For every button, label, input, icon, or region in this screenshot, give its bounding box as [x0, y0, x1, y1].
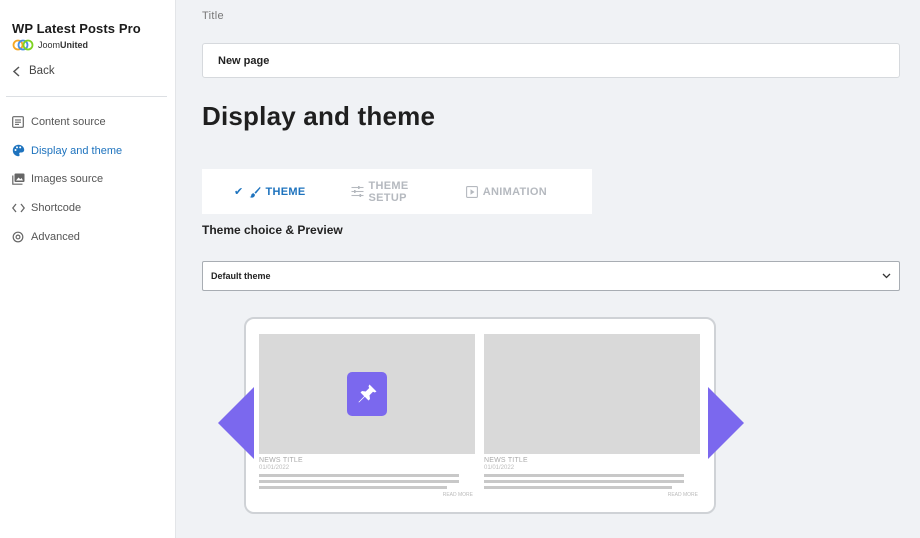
sliders-icon — [351, 186, 364, 197]
sidebar-item-label: Shortcode — [31, 202, 82, 215]
sidebar-item-label: Images source — [31, 173, 104, 186]
preview-card: NEWS TITLE 01/01/2022 READ MORE — [484, 334, 700, 498]
news-title: NEWS TITLE — [259, 457, 303, 464]
tab-label: THEME SETUP — [368, 179, 409, 204]
vendor-suffix: United — [60, 40, 89, 50]
brand: WP Latest Posts Pro JoomUnited — [12, 21, 141, 51]
tab-theme[interactable]: ✔ THEME — [234, 185, 306, 199]
palette-icon — [11, 144, 25, 158]
text-line — [484, 480, 684, 483]
brush-icon — [249, 186, 261, 198]
sidebar-item-images-source[interactable]: Images source — [0, 165, 176, 194]
page-title: Display and theme — [202, 101, 436, 131]
news-date: 01/01/2022 — [259, 465, 290, 471]
news-title: NEWS TITLE — [484, 457, 528, 464]
title-field-label: Title — [202, 10, 224, 22]
tab-bar: ✔ THEME THEME SETUP ANIMATION — [202, 169, 592, 214]
theme-select[interactable]: Default theme — [202, 261, 900, 291]
text-line — [259, 474, 459, 477]
text-line — [259, 480, 459, 483]
tab-theme-setup[interactable]: THEME SETUP — [351, 180, 421, 204]
preview-card-image — [259, 334, 475, 454]
sidebar-item-advanced[interactable]: Advanced — [0, 222, 176, 251]
sidebar-menu: Content source Display and theme Images … — [0, 108, 176, 251]
theme-select-value: Default theme — [211, 271, 271, 281]
vendor-prefix: Joom — [38, 40, 61, 50]
read-more-link: READ MORE — [442, 492, 473, 498]
preview-card: NEWS TITLE 01/01/2022 READ MORE — [259, 334, 475, 498]
pin-icon — [347, 372, 387, 416]
preview-card-image — [484, 334, 700, 454]
list-icon — [11, 115, 25, 129]
tab-label: ANIMATION — [482, 185, 547, 198]
text-line — [484, 474, 684, 477]
sidebar-item-content-source[interactable]: Content source — [0, 108, 176, 137]
image-icon — [11, 172, 25, 186]
code-icon — [11, 201, 25, 215]
play-icon — [465, 185, 478, 198]
app-title: WP Latest Posts Pro — [12, 21, 141, 36]
title-input[interactable] — [202, 43, 900, 78]
sidebar-divider — [6, 96, 167, 97]
chevron-left-icon — [12, 65, 20, 77]
vendor-logo: JoomUnited — [12, 39, 141, 51]
sidebar: WP Latest Posts Pro JoomUnited Back Cont… — [0, 0, 176, 538]
theme-section-title: Theme choice & Preview — [202, 223, 343, 237]
check-icon: ✔ — [234, 186, 244, 198]
news-date: 01/01/2022 — [484, 465, 515, 471]
gear-icon — [11, 230, 25, 244]
theme-preview: NEWS TITLE 01/01/2022 READ MORE NEWS TIT… — [244, 317, 716, 514]
next-theme-arrow[interactable] — [708, 387, 744, 459]
sidebar-item-display-theme[interactable]: Display and theme — [0, 137, 176, 166]
sidebar-item-shortcode[interactable]: Shortcode — [0, 194, 176, 223]
sidebar-item-label: Content source — [31, 116, 106, 129]
back-label: Back — [29, 65, 55, 77]
sidebar-item-label: Display and theme — [31, 144, 123, 157]
previous-theme-arrow[interactable] — [218, 387, 254, 459]
text-line — [259, 486, 447, 489]
sidebar-item-label: Advanced — [31, 230, 80, 243]
text-line — [484, 486, 672, 489]
chevron-down-icon — [882, 273, 891, 279]
back-button[interactable]: Back — [12, 65, 55, 77]
tab-label: THEME — [265, 185, 306, 198]
tab-animation[interactable]: ANIMATION — [465, 185, 547, 198]
read-more-link: READ MORE — [667, 492, 698, 498]
vendor-rings-icon — [12, 39, 34, 51]
